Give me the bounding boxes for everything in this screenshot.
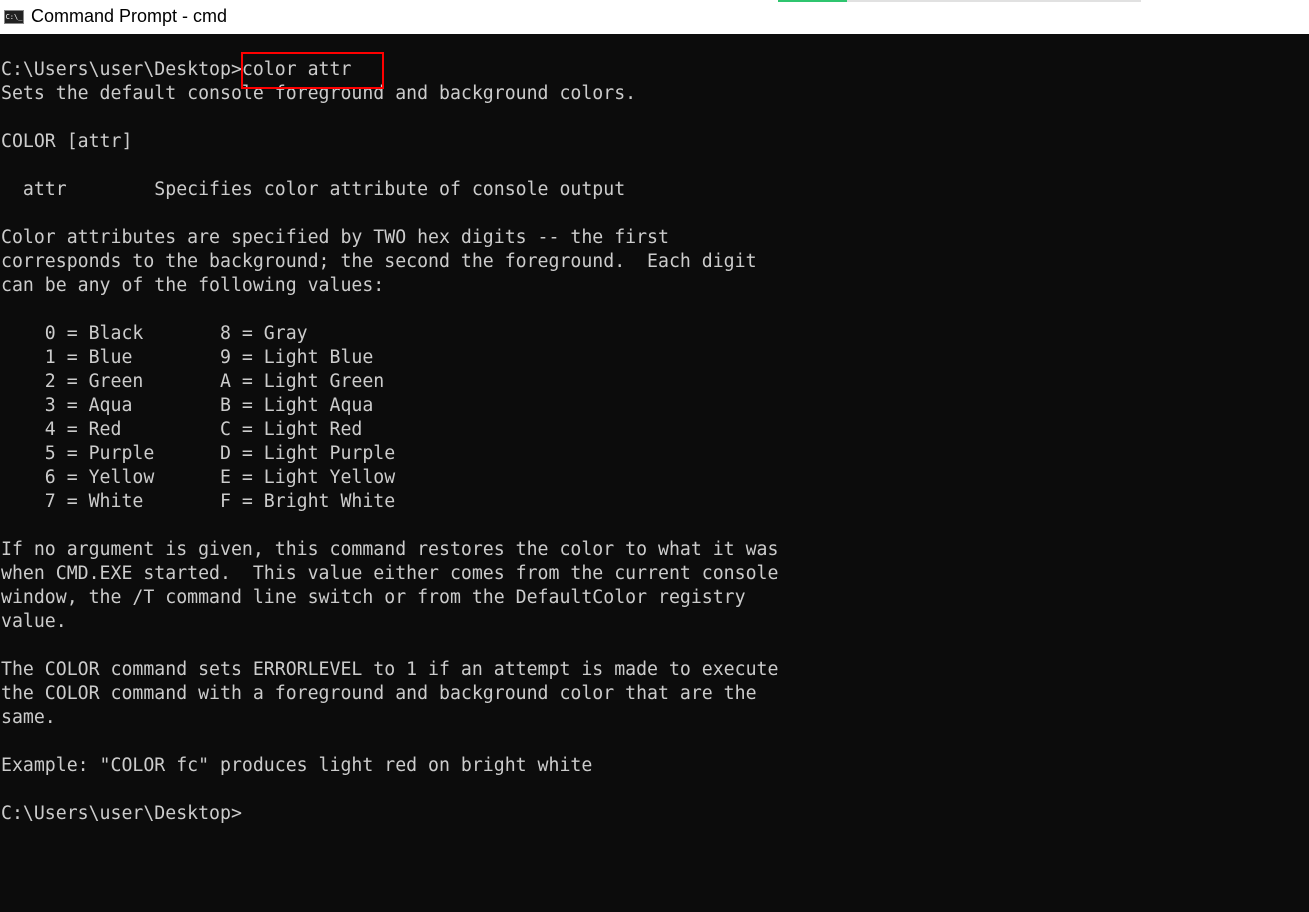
output-line: can be any of the following values: [1,275,385,296]
output-line: 4 = Red C = Light Red [1,419,363,440]
output-line: Sets the default console foreground and … [1,83,637,104]
output-line: the COLOR command with a foreground and … [1,683,757,704]
prompt: C:\Users\user\Desktop> [1,803,242,824]
output-line: same. [1,707,56,728]
prompt: C:\Users\user\Desktop> [1,59,242,80]
output-line: 2 = Green A = Light Green [1,371,385,392]
cmd-icon: C:\_ [4,10,24,24]
final-prompt-line[interactable]: C:\Users\user\Desktop> [1,802,1309,826]
output-line: The COLOR command sets ERRORLEVEL to 1 i… [1,659,779,680]
output-line: 7 = White F = Bright White [1,491,396,512]
output-line: Color attributes are specified by TWO he… [1,227,669,248]
output-line: attr Specifies color attribute of consol… [1,179,626,200]
console-output[interactable]: C:\Users\user\Desktop>color attr Sets th… [1,58,1309,826]
command-line: C:\Users\user\Desktop>color attr [1,58,1309,82]
output-line: value. [1,611,67,632]
output-line: 6 = Yellow E = Light Yellow [1,467,396,488]
window-title: Command Prompt - cmd [31,6,228,26]
output-line: corresponds to the background; the secon… [1,251,757,272]
command-highlight-box [241,52,384,89]
output-line: Example: "COLOR fc" produces light red o… [1,755,593,776]
output-line: 1 = Blue 9 = Light Blue [1,347,374,368]
output-line: when CMD.EXE started. This value either … [1,563,779,584]
output-line: 0 = Black 8 = Gray [1,323,308,344]
progress-bar [778,0,1141,2]
output-line: window, the /T command line switch or fr… [1,587,746,608]
title-bar: C:\_ Command Prompt - cmd [0,0,1309,34]
output-line: 3 = Aqua B = Light Aqua [1,395,374,416]
output-line: If no argument is given, this command re… [1,539,779,560]
output-line: 5 = Purple D = Light Purple [1,443,396,464]
output-line: COLOR [attr] [1,131,133,152]
progress-fill [778,0,847,2]
